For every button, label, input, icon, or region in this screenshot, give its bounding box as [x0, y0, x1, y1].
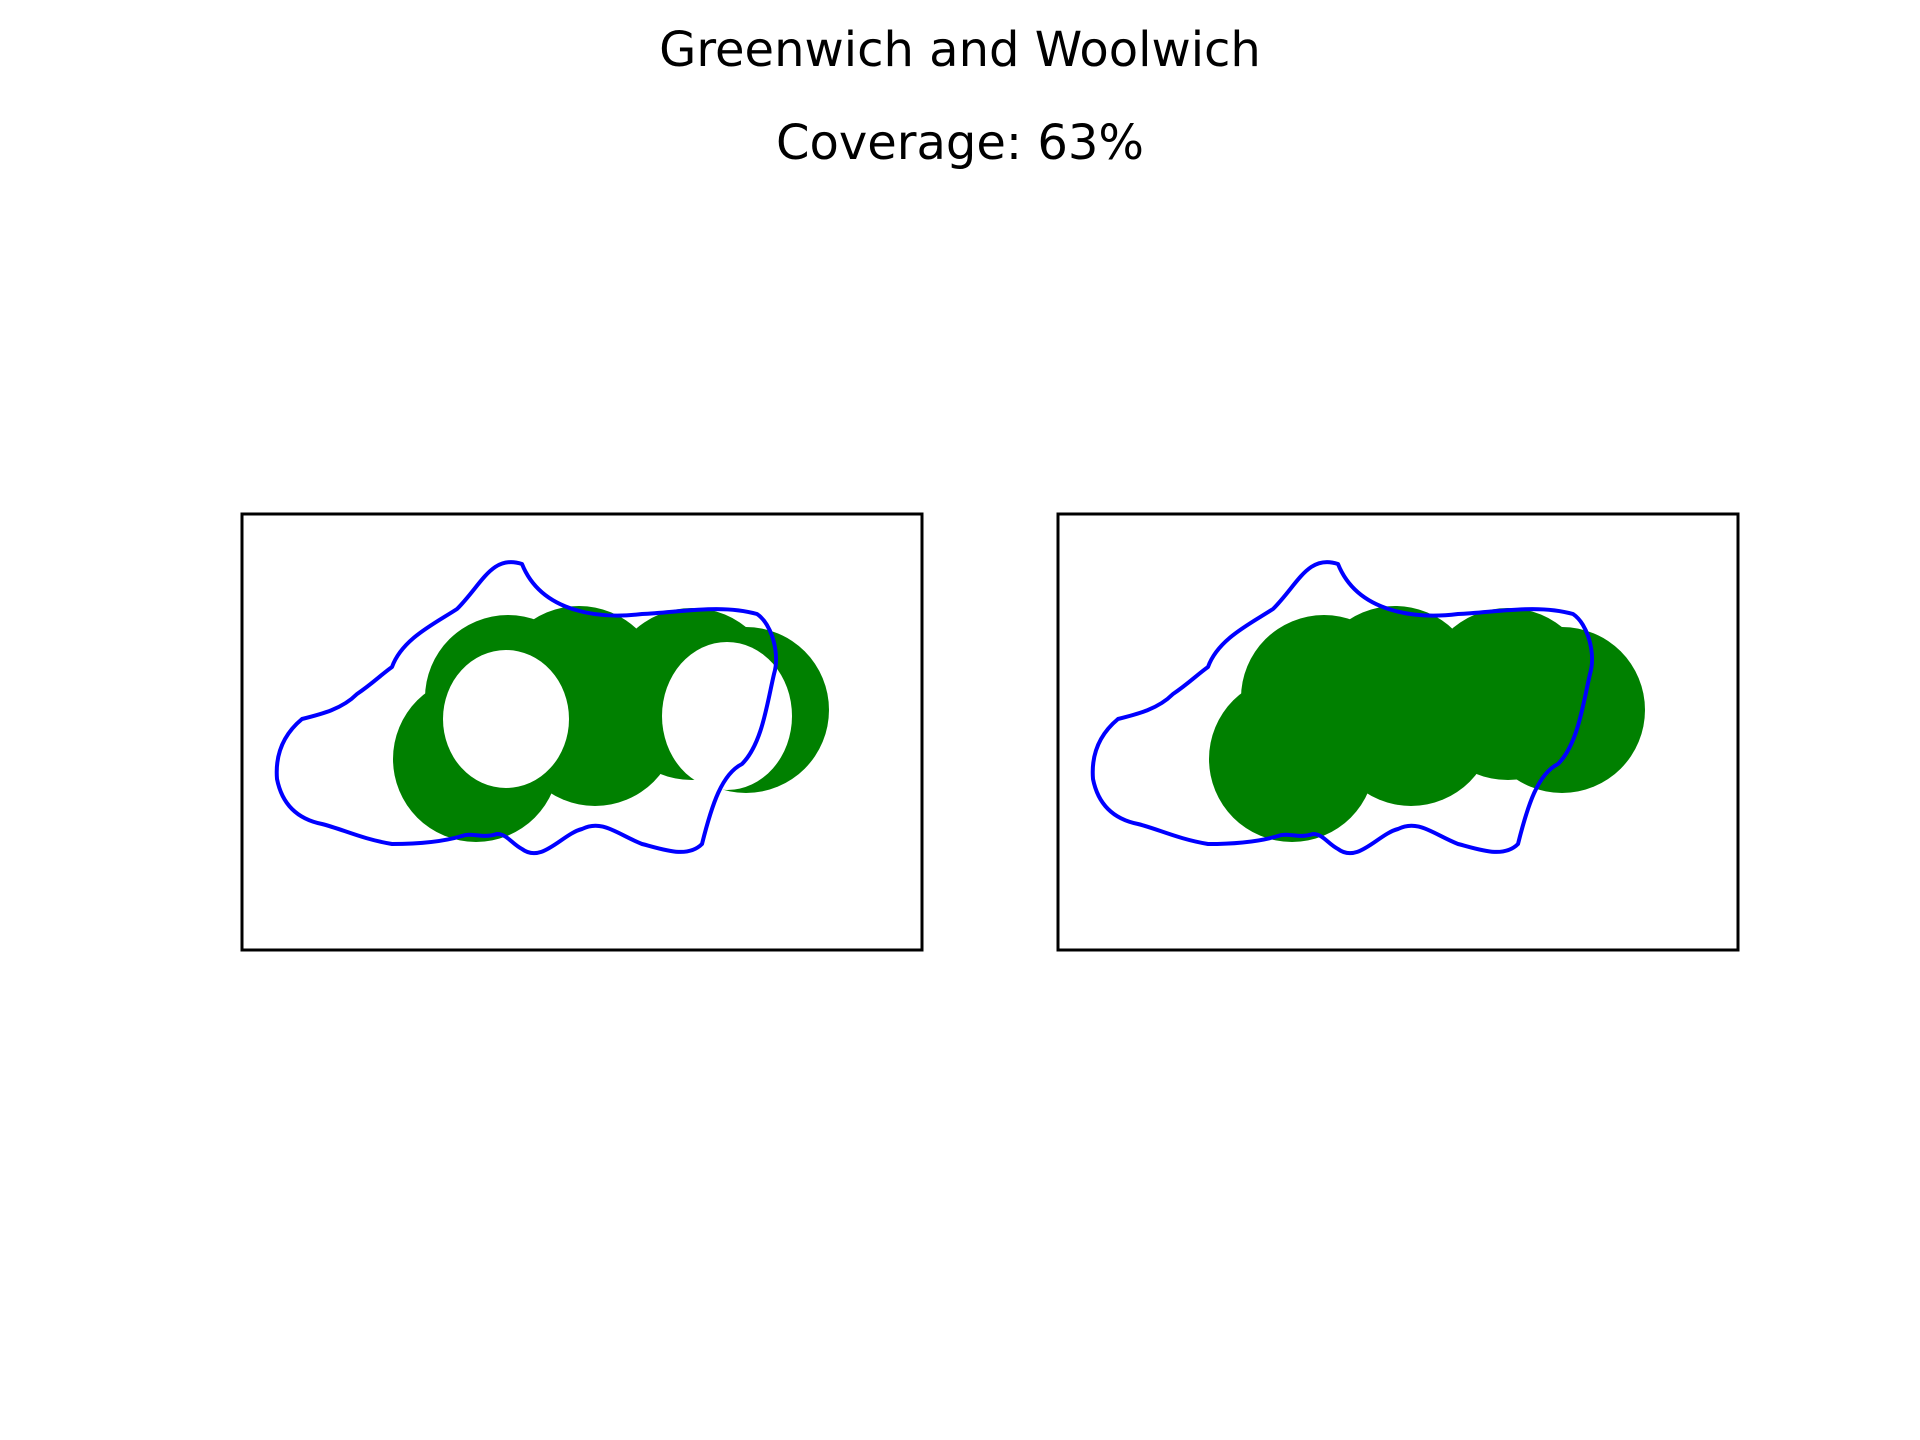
figure-title: Greenwich and Woolwich [659, 22, 1261, 78]
map-panel-right [1056, 512, 1740, 952]
coverage-label: Coverage: 63% [775, 115, 1145, 171]
map-panel-left [240, 512, 924, 952]
map-canvas-right [1056, 512, 1740, 952]
map-canvas-left [240, 512, 924, 952]
